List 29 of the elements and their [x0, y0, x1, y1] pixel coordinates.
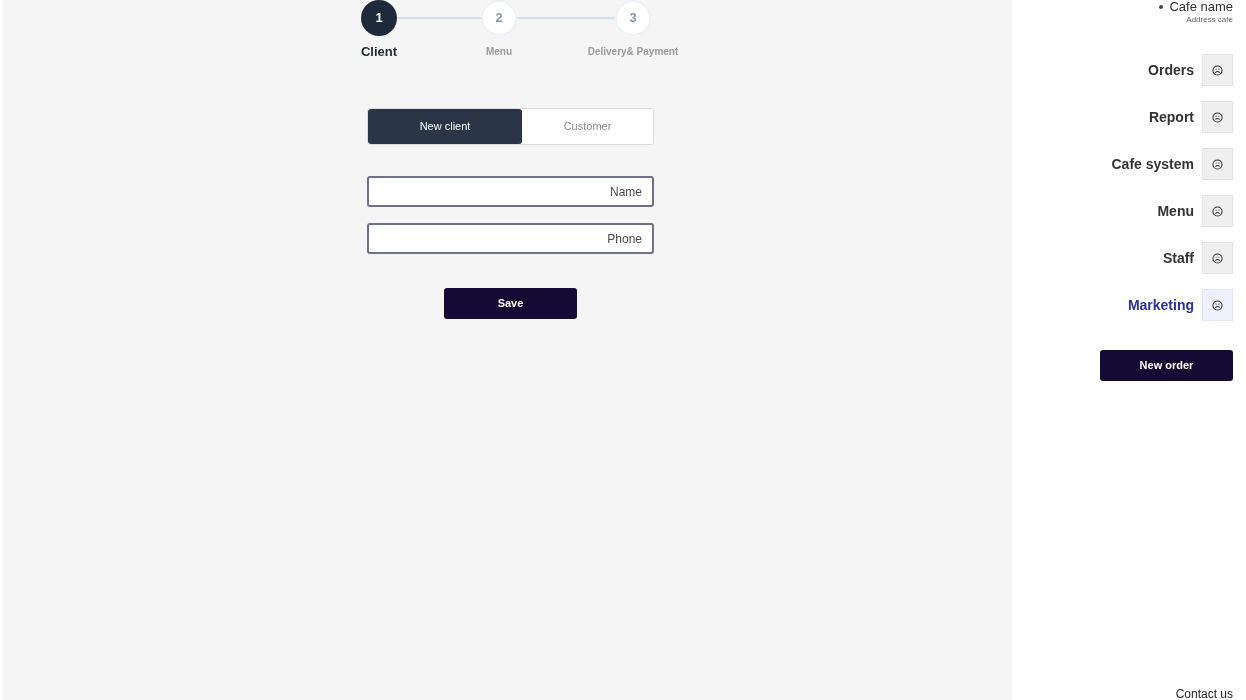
- nav-icon-button[interactable]: [1202, 242, 1233, 274]
- cafe-name: Cafe name: [1169, 0, 1233, 13]
- nav-icon-button[interactable]: [1202, 289, 1233, 321]
- nav-icon-button[interactable]: [1202, 148, 1233, 180]
- step-label: Menu: [485, 45, 513, 59]
- face-icon: [1212, 252, 1223, 264]
- face-icon: [1212, 158, 1223, 170]
- step-label: Client: [360, 44, 398, 60]
- new-order-button[interactable]: New order: [1100, 350, 1233, 381]
- contact-link[interactable]: Contact us: [1175, 688, 1233, 700]
- save-button[interactable]: Save: [444, 288, 577, 319]
- text-field[interactable]: Phone: [367, 223, 654, 254]
- face-icon: [1212, 64, 1223, 76]
- nav-item[interactable]: Orders: [1148, 59, 1194, 81]
- nav-icon-button[interactable]: [1202, 195, 1233, 227]
- nav-item[interactable]: Marketing: [1127, 294, 1194, 316]
- nav-item[interactable]: Staff: [1162, 247, 1194, 269]
- toggle-tab[interactable]: New client: [368, 109, 522, 144]
- cafe-address: Address cafe: [1186, 15, 1233, 25]
- face-icon: [1212, 111, 1223, 123]
- nav-item[interactable]: Menu: [1157, 200, 1194, 222]
- nav-item[interactable]: Cafe system: [1111, 153, 1194, 175]
- nav-item[interactable]: Report: [1148, 106, 1194, 128]
- nav-icon-button[interactable]: [1202, 54, 1233, 86]
- nav-icon-button[interactable]: [1202, 101, 1233, 133]
- step-label: Delivery& Payment: [587, 45, 679, 59]
- face-icon: [1212, 205, 1223, 217]
- face-icon: [1212, 299, 1223, 311]
- text-field[interactable]: Name: [367, 176, 654, 207]
